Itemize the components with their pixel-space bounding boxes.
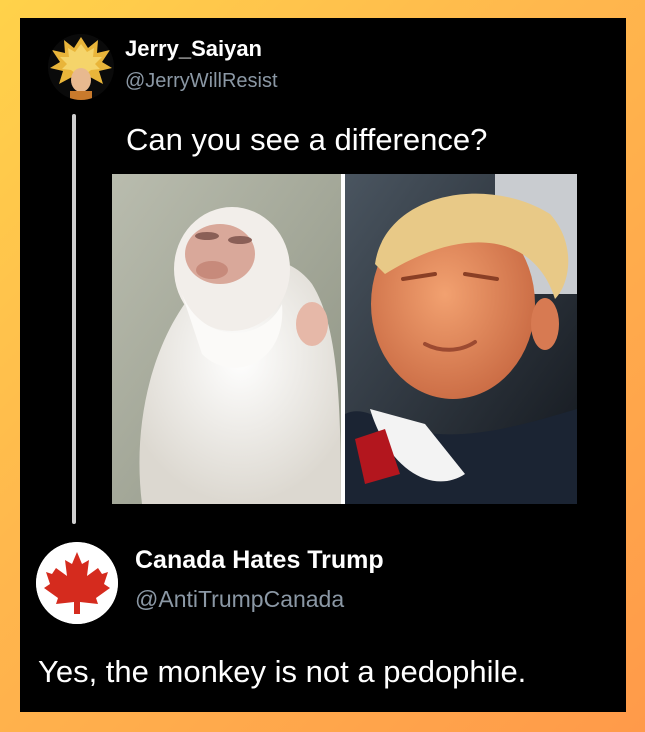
user-handle[interactable]: @JerryWillResist — [125, 70, 278, 93]
avatar[interactable] — [48, 34, 114, 100]
man-photo[interactable] — [345, 174, 577, 504]
maple-leaf-icon — [36, 542, 118, 624]
monkey-photo[interactable] — [112, 174, 341, 504]
tweet-text: Can you see a difference? — [126, 122, 488, 157]
thread-connector — [72, 114, 76, 524]
post-card: Jerry_Saiyan @JerryWillResist Can you se… — [20, 18, 626, 712]
display-name[interactable]: Canada Hates Trump — [135, 546, 384, 575]
avatar[interactable] — [36, 542, 118, 624]
display-name[interactable]: Jerry_Saiyan — [125, 36, 262, 62]
saiyan-avatar-icon — [48, 34, 114, 100]
user-handle[interactable]: @AntiTrumpCanada — [135, 586, 344, 613]
tweet-text: Yes, the monkey is not a pedophile. — [38, 654, 527, 689]
media-grid[interactable] — [112, 174, 577, 504]
